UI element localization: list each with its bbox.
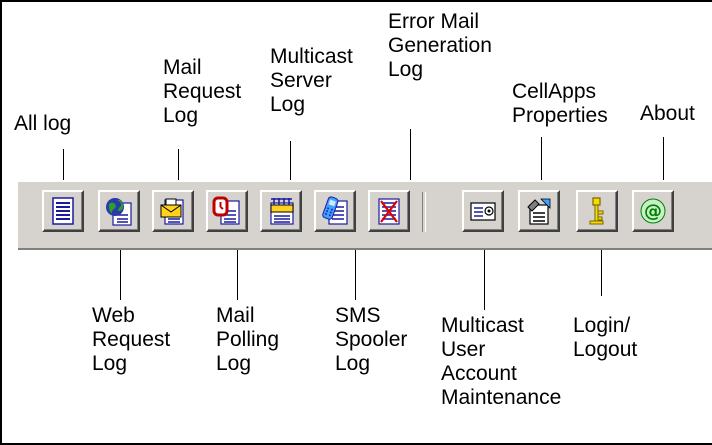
- error-document-icon: [378, 198, 400, 225]
- toolbar-separator: [422, 192, 426, 232]
- connector-about: [663, 137, 664, 185]
- mail-polling-log-button[interactable]: [206, 190, 248, 232]
- multicast-user-account-maintenance-button[interactable]: [462, 190, 504, 232]
- all-log-button[interactable]: [42, 190, 84, 232]
- login-logout-button[interactable]: [576, 190, 618, 232]
- connector-login-logout: [601, 246, 602, 296]
- envelope-document-icon: [160, 198, 184, 225]
- multicast-server-log-button[interactable]: [260, 190, 302, 232]
- key-icon: [589, 197, 604, 225]
- clock-document-icon: [212, 196, 240, 225]
- error-mail-generation-log-button[interactable]: [368, 190, 410, 232]
- label-sms-spooler-log: SMS Spooler Log: [335, 304, 408, 375]
- connector-cellapps-properties: [541, 137, 542, 185]
- label-mail-polling-log: Mail Polling Log: [216, 304, 280, 375]
- connector-web-request-log: [120, 246, 121, 300]
- user-card-icon: [470, 202, 496, 221]
- label-multicast-user-account-maintenance: Multicast User Account Maintenance: [441, 314, 562, 409]
- connector-sms-spooler-log: [355, 246, 356, 300]
- connector-error-mail-generation-log: [410, 129, 411, 185]
- svg-text:@: @: [644, 201, 662, 222]
- label-multicast-server-log: Multicast Server Log: [270, 45, 353, 116]
- globe-document-icon: [106, 198, 132, 226]
- label-all-log: All log: [14, 112, 72, 135]
- label-error-mail-generation-log: Error Mail Generation Log: [388, 10, 492, 81]
- multicast-document-icon: [270, 198, 294, 225]
- web-request-log-button[interactable]: [98, 190, 140, 232]
- cellapps-properties-button[interactable]: [518, 190, 560, 232]
- toolbar: @: [18, 180, 712, 250]
- document-lines-icon: [52, 197, 74, 225]
- connector-multicast-server-log: [290, 141, 291, 185]
- mail-request-log-button[interactable]: [152, 190, 194, 232]
- connector-mail-polling-log: [237, 246, 238, 300]
- properties-icon: [527, 198, 551, 225]
- label-login-logout: Login/ Logout: [573, 314, 638, 361]
- connector-multicast-user-account-maintenance: [484, 246, 485, 310]
- label-about: About: [640, 102, 695, 125]
- label-cellapps-properties: CellApps Properties: [512, 80, 608, 127]
- label-mail-request-log: Mail Request Log: [163, 56, 242, 127]
- label-web-request-log: Web Request Log: [92, 304, 171, 375]
- mobile-document-icon: [322, 196, 348, 225]
- at-sign-icon: @: [640, 198, 666, 224]
- about-button[interactable]: @: [632, 190, 674, 232]
- sms-spooler-log-button[interactable]: [314, 190, 356, 232]
